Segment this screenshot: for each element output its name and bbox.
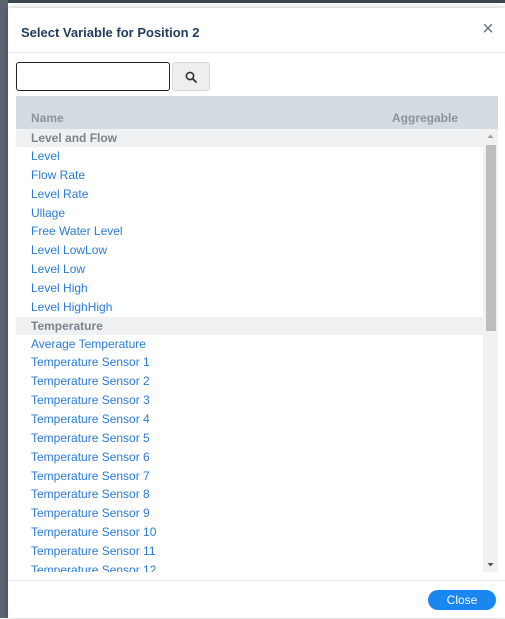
search-button[interactable] <box>172 62 210 91</box>
variable-row[interactable]: Temperature Sensor 7 <box>16 467 483 486</box>
variable-row[interactable]: Ullage <box>16 204 483 223</box>
background-top <box>0 0 505 8</box>
variable-row[interactable]: Temperature Sensor 1 <box>16 353 483 372</box>
variables-table: Name Aggregable Level and Flow Level Flow … <box>16 96 498 572</box>
variable-row[interactable]: Free Water Level <box>16 222 483 241</box>
variable-row[interactable]: Level High <box>16 279 483 298</box>
table-body: Level and Flow Level Flow Rate Level Rate Ul… <box>16 129 498 572</box>
search-icon <box>185 71 197 83</box>
variable-row[interactable]: Temperature Sensor 3 <box>16 391 483 410</box>
table-header: Name Aggregable <box>16 96 498 129</box>
variable-row[interactable]: Level Low <box>16 260 483 279</box>
scroll-up-arrow-icon[interactable] <box>483 129 498 143</box>
scrollbar-thumb[interactable] <box>486 145 496 331</box>
table-rows: Level and Flow Level Flow Rate Level Rate Ul… <box>16 129 483 572</box>
column-header-aggregable[interactable]: Aggregable <box>392 111 458 125</box>
variable-row[interactable]: Temperature Sensor 6 <box>16 448 483 467</box>
select-variable-dialog: Select Variable for Position 2 × Name Ag… <box>8 8 505 618</box>
variable-row[interactable]: Temperature Sensor 5 <box>16 429 483 448</box>
variable-row[interactable]: Average Temperature <box>16 335 483 354</box>
close-button[interactable]: Close <box>428 590 496 610</box>
variable-row[interactable]: Temperature Sensor 12 <box>16 561 483 572</box>
dialog-footer: Close <box>8 580 505 619</box>
variable-row[interactable]: Temperature Sensor 8 <box>16 485 483 504</box>
variable-row[interactable]: Flow Rate <box>16 166 483 185</box>
variable-row[interactable]: Level <box>16 147 483 166</box>
variable-row[interactable]: Temperature Sensor 9 <box>16 504 483 523</box>
variable-row[interactable]: Temperature Sensor 10 <box>16 523 483 542</box>
close-icon[interactable]: × <box>479 19 497 39</box>
background-left-strip <box>0 0 8 618</box>
variable-row[interactable]: Level LowLow <box>16 241 483 260</box>
group-header-row: Level and Flow <box>16 129 483 147</box>
variable-row[interactable]: Level Rate <box>16 185 483 204</box>
table-scrollbar[interactable] <box>483 129 498 572</box>
group-header-row: Temperature <box>16 316 483 335</box>
dialog-title: Select Variable for Position 2 <box>21 25 200 40</box>
dialog-header: Select Variable for Position 2 × <box>8 8 505 53</box>
variable-row[interactable]: Temperature Sensor 11 <box>16 542 483 561</box>
background-strip <box>0 0 505 3</box>
variable-row[interactable]: Temperature Sensor 2 <box>16 372 483 391</box>
variable-row[interactable]: Temperature Sensor 4 <box>16 410 483 429</box>
variable-row[interactable]: Level HighHigh <box>16 298 483 317</box>
search-input[interactable] <box>16 62 170 91</box>
scroll-down-arrow-icon[interactable] <box>483 558 498 572</box>
column-header-name[interactable]: Name <box>31 111 64 125</box>
